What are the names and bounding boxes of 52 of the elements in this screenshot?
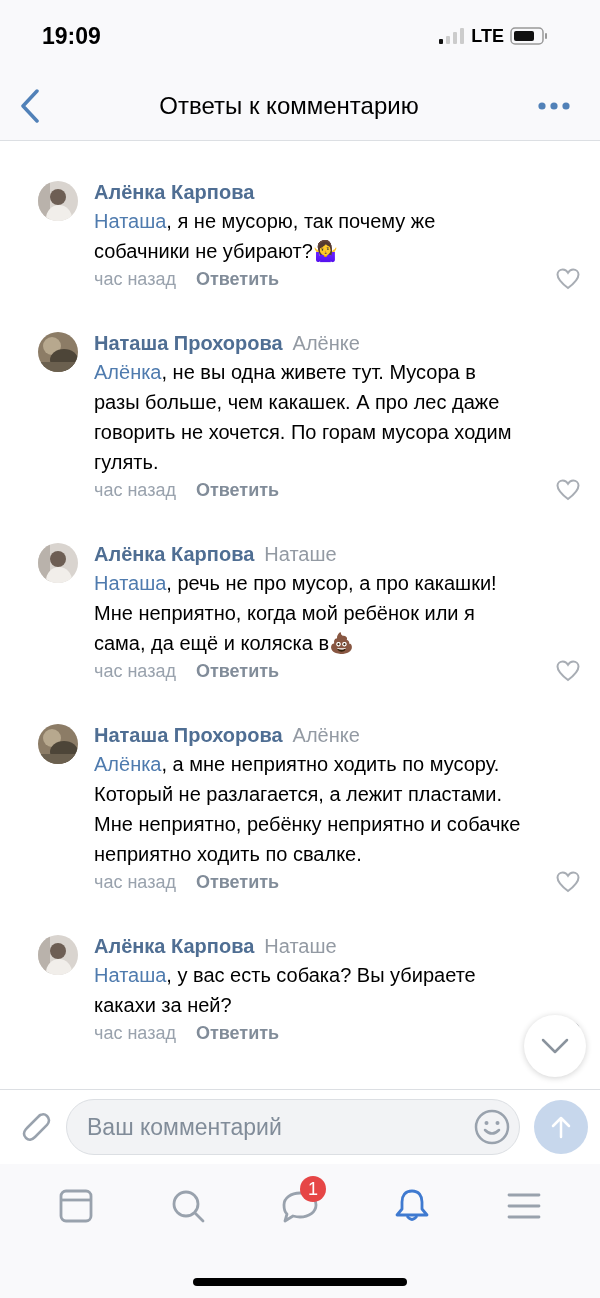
scroll-down-button[interactable] xyxy=(524,1015,586,1077)
feed-icon xyxy=(58,1188,94,1224)
comment-input-field[interactable]: Ваш комментарий xyxy=(66,1099,520,1155)
mention-link[interactable]: Алёнка xyxy=(94,753,162,775)
comment-text: Алёнка, а мне неприятно ходить по мусору. Который не разлагается, а лежит пластами. Мне неприятно, ребёнку неприятно и собачке неприятно ходить по свалке. xyxy=(94,752,522,867)
arrow-up-icon xyxy=(550,1115,572,1139)
bell-icon xyxy=(394,1188,430,1224)
menu-icon xyxy=(507,1192,541,1220)
network-label: LTE xyxy=(471,25,504,47)
author-name[interactable]: Алёнка Карпова xyxy=(94,543,255,566)
emoji-icon[interactable] xyxy=(474,1109,510,1145)
reply-link[interactable]: Ответить xyxy=(195,660,280,682)
mention-link[interactable]: Наташа xyxy=(94,210,167,232)
reply-to-label: Алёнке xyxy=(292,332,360,355)
reply-link[interactable]: Ответить xyxy=(195,268,280,290)
chevron-down-icon xyxy=(540,1037,570,1055)
status-time: 19:09 xyxy=(42,22,101,50)
comment-text: Наташа, у вас есть собака? Вы убираете какахи за ней? xyxy=(94,963,477,1018)
like-heart-icon[interactable] xyxy=(556,479,580,501)
comment-text: Наташа, я не мусорю, так почему же собачники не убирают?🤷‍♀ xyxy=(94,209,437,264)
unread-badge: 1 xyxy=(300,1176,326,1202)
mention-link[interactable]: Алёнка xyxy=(94,361,162,383)
author-name[interactable]: Алёнка Карпова xyxy=(94,181,255,204)
comment-time: час назад xyxy=(94,660,176,682)
send-button[interactable] xyxy=(534,1100,588,1154)
reply-to-label: Наташе xyxy=(264,935,337,958)
mention-link[interactable]: Наташа xyxy=(94,964,167,986)
reply-link[interactable]: Ответить xyxy=(195,479,280,501)
tab[interactable]: 1 xyxy=(268,1174,332,1234)
comment-time: час назад xyxy=(94,1022,176,1044)
comment-time: час назад xyxy=(94,268,176,290)
author-name[interactable]: Наташа Прохорова xyxy=(94,332,283,355)
back-icon[interactable] xyxy=(20,89,40,123)
mention-link[interactable]: Наташа xyxy=(94,572,167,594)
like-heart-icon[interactable] xyxy=(556,871,580,893)
author-name[interactable]: Алёнка Карпова xyxy=(94,935,255,958)
comment-time: час назад xyxy=(94,479,176,501)
author-name[interactable]: Наташа Прохорова xyxy=(94,724,283,747)
search-icon xyxy=(170,1188,206,1224)
signal-icon xyxy=(439,28,466,44)
like-heart-icon[interactable] xyxy=(556,268,580,290)
battery-icon xyxy=(510,27,548,45)
like-heart-icon[interactable] xyxy=(556,660,580,682)
comment-text: Алёнка, не вы одна живете тут. Мусора в разы больше, чем какашек. А про лес даже говорить не хочется. По горам мусора ходим гулять. xyxy=(94,360,513,475)
reply-to-label: Наташе xyxy=(264,543,337,566)
page-title: Ответы к комментарию xyxy=(158,92,420,120)
comment-time: час назад xyxy=(94,871,176,893)
reply-link[interactable]: Ответить xyxy=(195,1022,280,1044)
reply-link[interactable]: Ответить xyxy=(195,871,280,893)
reply-to-label: Алёнке xyxy=(292,724,360,747)
comment-text: Наташа, речь не про мусор, а про какашки! Мне неприятно, когда мой ребёнок или я сама, да ещё и коляска в💩 xyxy=(94,571,498,656)
more-icon[interactable] xyxy=(538,102,570,110)
